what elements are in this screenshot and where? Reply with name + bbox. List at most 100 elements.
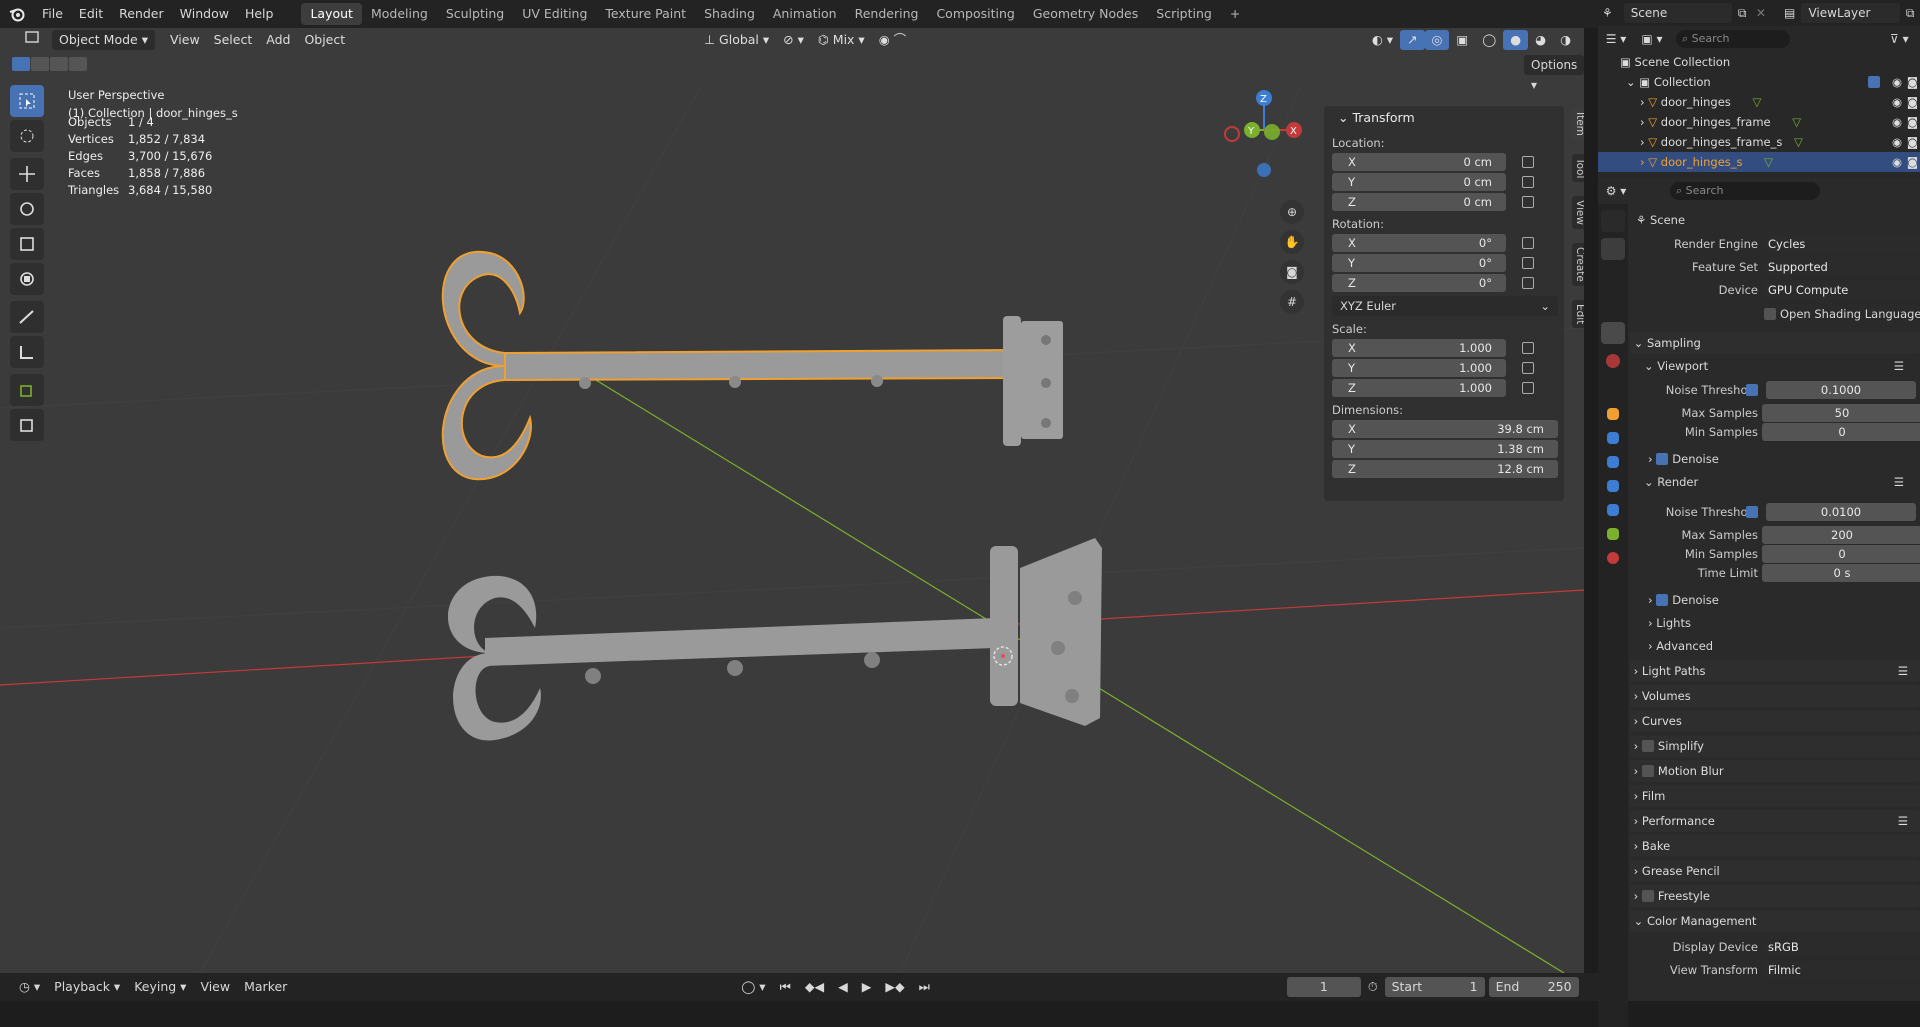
r-max-samples-field[interactable]: 200 <box>1762 526 1920 544</box>
lights-subpanel[interactable]: › Lights <box>1648 613 1920 633</box>
navigation-gizmo[interactable]: Z X Y <box>1220 88 1310 198</box>
scale-y-field[interactable]: Y 1.000 <box>1332 359 1534 377</box>
modifier-tab-icon[interactable] <box>1607 432 1619 444</box>
light-paths-panel[interactable]: › Light Paths ☰ <box>1630 660 1920 682</box>
zoom-icon[interactable]: ⊕ <box>1280 200 1304 224</box>
r-min-samples-field[interactable]: 0 <box>1762 545 1920 563</box>
menu-window[interactable]: Window <box>172 0 237 28</box>
tab-sculpting[interactable]: Sculpting <box>437 3 513 25</box>
visibility-icon[interactable]: ◐ ▾ <box>1365 30 1400 50</box>
r-noise-threshold-checkbox[interactable] <box>1746 506 1758 518</box>
render-tab-icon[interactable] <box>1601 238 1625 260</box>
dimension-z-field[interactable]: Z 12.8 cm <box>1332 460 1558 478</box>
film-panel[interactable]: › Film <box>1630 785 1920 807</box>
shading-material-icon[interactable]: ◕ <box>1528 30 1553 50</box>
play-reverse-icon[interactable]: ◀ <box>831 977 855 997</box>
gizmo-toggle-icon[interactable]: ↗ <box>1400 30 1425 50</box>
rotate-icon[interactable] <box>10 193 44 225</box>
display-mode-icon[interactable]: ▣ ▾ <box>1634 32 1670 46</box>
editor-type-icon[interactable] <box>18 30 48 50</box>
menu-view[interactable]: View <box>163 30 207 50</box>
options-dropdown[interactable]: Options ▾ <box>1524 55 1584 92</box>
tab-animation[interactable]: Animation <box>764 3 846 25</box>
color-management-panel[interactable]: ⌄ Color Management <box>1630 910 1920 932</box>
vp-noise-threshold-checkbox[interactable] <box>1746 384 1758 396</box>
location-x-field[interactable]: X0 cm <box>1332 153 1534 171</box>
constraints-tab-icon[interactable] <box>1607 504 1619 516</box>
rotation-z-field[interactable]: Z 0° <box>1332 274 1534 292</box>
r-time-limit-field[interactable]: 0 s <box>1762 564 1920 582</box>
scale-icon[interactable] <box>10 228 44 260</box>
current-frame-field[interactable]: 1 <box>1286 977 1361 997</box>
add-cube-icon[interactable] <box>10 374 44 406</box>
properties-search[interactable]: ⌕ Search <box>1670 182 1820 200</box>
jump-keyframe-back-icon[interactable]: ◆◀ <box>798 977 831 997</box>
auto-keying-icon[interactable]: ◯ ▾ <box>734 977 772 997</box>
outliner-item[interactable]: › ▽ door_hinges_frame ▽ ◉ ◙ <box>1598 112 1920 132</box>
shading-wireframe-icon[interactable]: ◯ <box>1475 30 1503 50</box>
menu-keying[interactable]: Keying ▾ <box>127 977 193 997</box>
output-tab-icon[interactable] <box>1601 266 1625 288</box>
viewport-subpanel-header[interactable]: ⌄ Viewport ☰ <box>1644 356 1920 376</box>
vp-denoise-subpanel[interactable]: › Denoise <box>1648 449 1920 469</box>
location-z-field[interactable]: Z0 cm <box>1332 193 1534 211</box>
dimension-x-field[interactable]: X 39.8 cm <box>1332 420 1558 438</box>
select-extend-icon[interactable] <box>31 57 49 71</box>
move-icon[interactable] <box>10 158 44 190</box>
select-invert-icon[interactable] <box>69 57 87 71</box>
tab-item[interactable]: Item <box>1572 108 1584 140</box>
r-noise-threshold-field[interactable]: 0.0100 <box>1766 503 1916 521</box>
menu-edit[interactable]: Edit <box>71 0 111 28</box>
overlay-toggle-icon[interactable]: ◎ <box>1424 30 1450 50</box>
rotation-y-field[interactable]: Y 0° <box>1332 254 1534 272</box>
blender-logo-icon[interactable] <box>0 0 34 28</box>
simplify-panel[interactable]: › Simplify <box>1630 735 1920 757</box>
tool-tab-icon[interactable] <box>1601 210 1625 232</box>
volumes-panel[interactable]: › Volumes <box>1630 685 1920 707</box>
shading-solid-icon[interactable]: ● <box>1503 30 1529 50</box>
filter-icon[interactable]: ⊽ ▾ <box>1890 32 1920 46</box>
tab-modeling[interactable]: Modeling <box>362 3 437 25</box>
vp-min-samples-field[interactable]: 0 <box>1762 423 1920 441</box>
rotation-x-field[interactable]: X 0° <box>1332 234 1534 252</box>
osl-checkbox[interactable]: Open Shading Language <box>1764 304 1920 324</box>
object-tab-icon[interactable] <box>1607 408 1619 420</box>
shading-rendered-icon[interactable]: ◑ <box>1553 30 1578 50</box>
display-device-dropdown[interactable]: sRGB <box>1762 938 1920 956</box>
jump-end-icon[interactable]: ⏭ <box>912 977 937 997</box>
view-layer-field[interactable]: ViewLayer <box>1801 3 1901 23</box>
rotation-mode-dropdown[interactable]: XYZ Euler ⌄ <box>1332 296 1558 316</box>
tab-tool[interactable]: Tool <box>1572 153 1584 183</box>
collection-tab-icon[interactable] <box>1601 374 1625 396</box>
menu-add[interactable]: Add <box>259 30 297 50</box>
performance-panel[interactable]: › Performance ☰ <box>1630 810 1920 832</box>
timeline-editor-icon[interactable]: ◷ ▾ <box>12 977 47 997</box>
outliner-collection[interactable]: ⌄ ▣ Collection ◉ ◙ <box>1598 72 1920 92</box>
scene-name-field[interactable]: Scene <box>1623 3 1733 23</box>
grease-pencil-panel[interactable]: › Grease Pencil <box>1630 860 1920 882</box>
delete-scene-icon[interactable]: ✕ <box>1752 6 1770 20</box>
feature-set-dropdown[interactable]: Supported <box>1762 258 1920 276</box>
sampling-panel-header[interactable]: ⌄ Sampling <box>1630 332 1920 354</box>
snap-dropdown[interactable]: ⌬ Mix ▾ <box>811 30 872 50</box>
menu-marker[interactable]: Marker <box>237 977 294 997</box>
transform-orientation-dropdown[interactable]: ⊥ Global ▾ <box>697 30 776 50</box>
add-workspace-icon[interactable]: + <box>1221 3 1249 25</box>
cursor-icon[interactable] <box>10 120 44 152</box>
pan-hand-icon[interactable]: ✋ <box>1280 230 1304 254</box>
new-scene-icon[interactable]: ⧉ <box>1732 6 1752 21</box>
outliner-item-selected[interactable]: › ▽ door_hinges_s ▽ ◉ ◙ <box>1598 152 1920 172</box>
data-tab-icon[interactable] <box>1607 528 1619 540</box>
xray-toggle-icon[interactable]: ▣ <box>1449 30 1475 50</box>
transform-icon[interactable] <box>10 263 44 295</box>
outliner-item[interactable]: › ▽ door_hinges_frame_s ▽ ◉ ◙ <box>1598 132 1920 152</box>
tab-create[interactable]: Create <box>1572 243 1584 287</box>
3d-viewport[interactable]: Object Mode ▾ View Select Add Object ⊥ G… <box>0 28 1584 973</box>
preview-range-icon[interactable]: ⏱ <box>1361 977 1385 997</box>
location-y-field[interactable]: Y0 cm <box>1332 173 1534 191</box>
view-layer-tab-icon[interactable] <box>1601 294 1625 316</box>
vp-noise-threshold-field[interactable]: 0.1000 <box>1766 381 1916 399</box>
advanced-subpanel[interactable]: › Advanced <box>1648 636 1920 656</box>
particles-tab-icon[interactable] <box>1607 456 1619 468</box>
view-transform-dropdown[interactable]: Filmic <box>1762 961 1920 979</box>
